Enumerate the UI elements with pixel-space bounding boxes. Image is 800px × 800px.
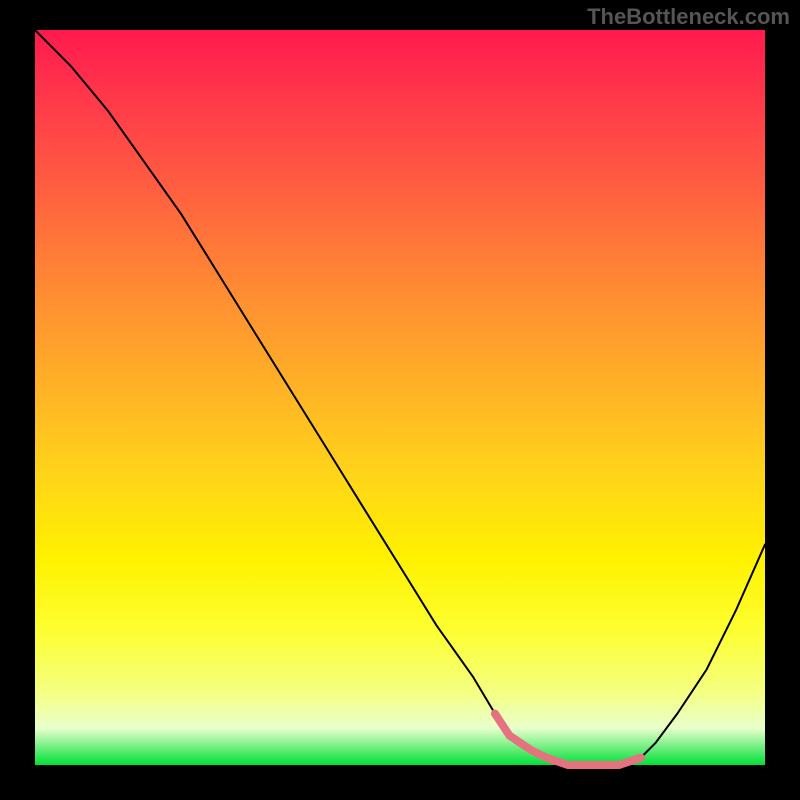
plot-background	[35, 30, 765, 765]
bottleneck-curve-line	[35, 30, 765, 765]
curve-svg	[35, 30, 765, 765]
chart-container: TheBottleneck.com	[0, 0, 800, 800]
watermark-text: TheBottleneck.com	[587, 4, 790, 30]
optimal-range-line	[495, 714, 641, 766]
